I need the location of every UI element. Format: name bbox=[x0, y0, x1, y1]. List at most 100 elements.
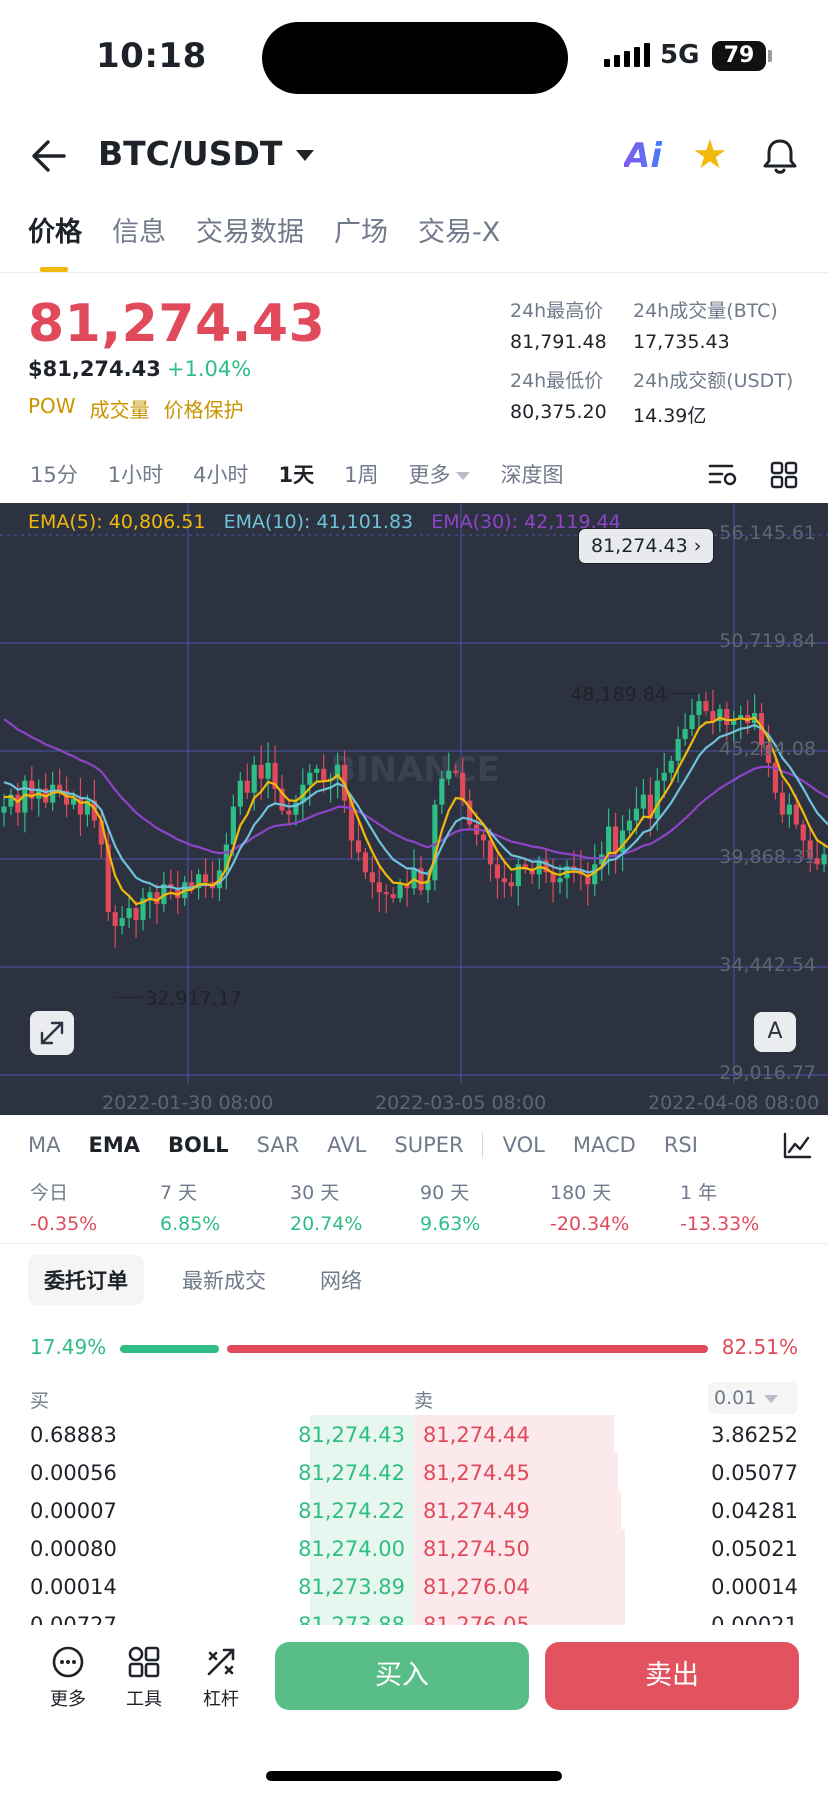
tf-1d[interactable]: 1天 bbox=[278, 459, 314, 489]
ask-ratio-bar bbox=[226, 1345, 708, 1353]
tf-1h[interactable]: 1小时 bbox=[108, 459, 163, 489]
min-price-label: 32,917.17 bbox=[145, 987, 242, 1009]
x-tick-label: 2022-01-30 08:00 bbox=[102, 1092, 274, 1114]
pair-selector[interactable]: BTC/USDT bbox=[98, 134, 315, 173]
stat-low-value: 80,375.20 bbox=[510, 401, 607, 423]
perf-90d: 90 天 9.63% bbox=[420, 1178, 480, 1235]
last-price-tag[interactable]: 81,274.43 › bbox=[578, 528, 715, 564]
tf-1w[interactable]: 1周 bbox=[344, 459, 378, 489]
perf-7d: 7 天 6.85% bbox=[160, 1178, 220, 1235]
more-button[interactable]: 更多 bbox=[38, 1645, 98, 1711]
ind-macd[interactable]: MACD bbox=[573, 1133, 636, 1157]
ind-super[interactable]: SUPER bbox=[394, 1133, 463, 1157]
tab-square[interactable]: 广场 bbox=[334, 210, 388, 272]
perf-today: 今日 -0.35% bbox=[30, 1178, 97, 1235]
candle-body bbox=[508, 882, 514, 887]
orderbook-row[interactable]: 0.00727 81,273.88 81,276.05 0.00021 bbox=[0, 1605, 828, 1625]
auto-scale-button[interactable]: A bbox=[754, 1012, 796, 1052]
kline-chart[interactable]: BINANCE 48,189.84 32,917.17 EMA(5): 40,806… bbox=[0, 503, 828, 1115]
ind-rsi[interactable]: RSI bbox=[664, 1133, 698, 1157]
candle-body bbox=[703, 701, 709, 712]
candle-body bbox=[369, 872, 375, 883]
ind-boll[interactable]: BOLL bbox=[168, 1133, 229, 1157]
candle-body bbox=[494, 864, 501, 879]
ind-ema[interactable]: EMA bbox=[88, 1133, 140, 1157]
top-header: BTC/USDT Ai ★ bbox=[0, 120, 828, 192]
bid-price: 81,274.43 bbox=[298, 1423, 405, 1447]
ind-avl[interactable]: AVL bbox=[327, 1133, 366, 1157]
candle-body bbox=[821, 854, 827, 865]
bid-ask-ratio: 17.49% 82.51% bbox=[0, 1335, 828, 1363]
candle-body bbox=[654, 780, 660, 819]
ind-vol[interactable]: VOL bbox=[503, 1133, 545, 1157]
tab-trade-x[interactable]: 交易-X bbox=[418, 210, 500, 272]
grid-layout-icon[interactable] bbox=[770, 461, 798, 489]
ind-sar[interactable]: SAR bbox=[257, 1133, 300, 1157]
perf-180d: 180 天 -20.34% bbox=[550, 1178, 629, 1235]
orderbook-row[interactable]: 0.68883 81,274.43 81,274.44 3.86252 bbox=[0, 1415, 828, 1453]
star-icon[interactable]: ★ bbox=[692, 132, 728, 178]
tab-info[interactable]: 信息 bbox=[112, 210, 166, 272]
buy-button[interactable]: 买入 bbox=[275, 1642, 529, 1710]
candle-body bbox=[606, 826, 612, 855]
last-price: 81,274.43 bbox=[28, 294, 326, 354]
ema10-label: EMA(10): 41,101.83 bbox=[223, 511, 414, 533]
bid-quantity: 0.00056 bbox=[30, 1461, 117, 1485]
indicator-bar: MA EMA BOLL SAR AVL SUPER VOL MACD RSI bbox=[0, 1122, 828, 1168]
tf-more[interactable]: 更多 bbox=[408, 459, 471, 489]
orderbook-row[interactable]: 0.00014 81,273.89 81,276.04 0.00014 bbox=[0, 1567, 828, 1605]
candle-body bbox=[265, 762, 271, 779]
candle-body bbox=[675, 738, 681, 761]
tab-trading-data[interactable]: 交易数据 bbox=[196, 210, 304, 272]
y-tick-label: 56,145.61 bbox=[719, 522, 816, 544]
tab-latest-trades[interactable]: 最新成交 bbox=[166, 1255, 282, 1305]
ai-icon[interactable]: Ai bbox=[624, 136, 662, 176]
sell-button[interactable]: 卖出 bbox=[545, 1642, 799, 1710]
precision-value: 0.01 bbox=[714, 1387, 757, 1409]
candle-body bbox=[258, 764, 264, 779]
candle-body bbox=[237, 780, 243, 807]
caret-down-icon bbox=[764, 1394, 779, 1403]
tag-price-protection[interactable]: 价格保护 bbox=[164, 394, 244, 423]
leverage-button[interactable]: 杠杆 bbox=[191, 1645, 251, 1711]
candle-body bbox=[501, 878, 507, 883]
tab-order-book[interactable]: 委托订单 bbox=[28, 1255, 144, 1305]
tag-volume[interactable]: 成交量 bbox=[90, 394, 150, 423]
candle-body bbox=[661, 772, 667, 781]
tab-network[interactable]: 网络 bbox=[304, 1255, 378, 1305]
candle-body bbox=[557, 878, 563, 883]
ask-ratio: 82.51% bbox=[721, 1335, 798, 1359]
tf-depth[interactable]: 深度图 bbox=[500, 459, 563, 489]
indicator-chart-icon[interactable] bbox=[782, 1132, 812, 1160]
expand-icon[interactable] bbox=[30, 1011, 74, 1055]
back-arrow-icon[interactable] bbox=[28, 138, 68, 174]
candle-body bbox=[786, 804, 792, 815]
bell-icon[interactable] bbox=[760, 136, 800, 176]
tab-price[interactable]: 价格 bbox=[28, 210, 82, 272]
orderbook-row[interactable]: 0.00080 81,274.00 81,274.50 0.05021 bbox=[0, 1529, 828, 1567]
chart-settings-icon[interactable] bbox=[708, 462, 738, 488]
home-indicator bbox=[266, 1771, 562, 1781]
tf-4h[interactable]: 4小时 bbox=[193, 459, 248, 489]
candle-body bbox=[724, 709, 730, 726]
ind-ma[interactable]: MA bbox=[28, 1133, 60, 1157]
tf-15m[interactable]: 15分 bbox=[30, 459, 78, 489]
tools-button[interactable]: 工具 bbox=[114, 1645, 174, 1711]
tag-pow[interactable]: POW bbox=[28, 394, 76, 423]
orderbook-row[interactable]: 0.00007 81,274.22 81,274.49 0.04281 bbox=[0, 1491, 828, 1529]
bid-quantity: 0.68883 bbox=[30, 1423, 117, 1447]
perf-value: -13.33% bbox=[680, 1213, 760, 1235]
candle-body bbox=[15, 794, 21, 813]
ask-price: 81,276.05 bbox=[423, 1613, 530, 1625]
candle-body bbox=[1, 806, 7, 813]
orderbook-row[interactable]: 0.00056 81,274.42 81,274.45 0.05077 bbox=[0, 1453, 828, 1491]
candle-body bbox=[439, 778, 445, 805]
candle-body bbox=[633, 808, 640, 821]
tools-label: 工具 bbox=[126, 1689, 162, 1710]
precision-select[interactable]: 0.01 bbox=[708, 1382, 798, 1414]
stat-high: 24h最高价 81,791.48 bbox=[510, 296, 607, 353]
stat-vol-btc: 24h成交量(BTC) 17,735.43 bbox=[633, 296, 778, 353]
sell-column-label: 卖 bbox=[414, 1390, 434, 1412]
price-change: +1.04% bbox=[166, 357, 252, 381]
ask-quantity: 0.05077 bbox=[711, 1461, 798, 1485]
